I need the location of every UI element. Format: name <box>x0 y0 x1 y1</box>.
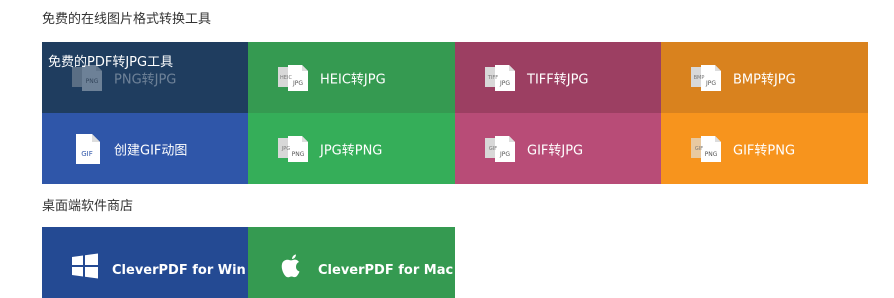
tile-label: 创建GIF动图 <box>114 143 188 158</box>
tile-label: TIFF转JPG <box>527 72 589 87</box>
gif-file-icon: GIF JPG <box>485 135 515 162</box>
gif-file-icon: GIF <box>76 133 100 164</box>
tile-gif-to-png[interactable]: GIF PNG GIF转PNG <box>661 113 868 184</box>
bmp-file-icon: BMP JPG <box>691 64 721 91</box>
svg-text:JPG: JPG <box>499 80 510 87</box>
file-badge: GIF <box>489 146 497 152</box>
desktop-store-grid: CleverPDF for Win CleverPDF for Mac <box>42 227 455 298</box>
tile-label: CleverPDF for Mac <box>318 263 454 278</box>
file-badge: GIF <box>81 150 93 158</box>
tile-gif-to-jpg[interactable]: GIF JPG GIF转JPG <box>455 113 661 184</box>
tile-label: PNG转JPG <box>114 72 177 87</box>
converter-grid: 免费的PDF转JPG工具 PNG PNG转JPG HEIC JPG HEIC转J… <box>42 42 868 184</box>
windows-logo-icon <box>72 253 98 279</box>
svg-text:JPG: JPG <box>499 151 510 158</box>
tile-label: GIF转JPG <box>527 143 584 158</box>
tile-label: CleverPDF for Win <box>112 263 246 278</box>
tile-overlay-title: 免费的PDF转JPG工具 <box>48 55 174 70</box>
apple-logo-icon <box>281 254 300 278</box>
file-badge: GIF <box>695 146 703 152</box>
svg-text:PNG: PNG <box>705 151 718 158</box>
jpg-file-icon: JPG PNG <box>278 135 308 162</box>
tile-jpg-to-png[interactable]: JPG PNG JPG转PNG <box>248 113 455 184</box>
file-badge: HEIC <box>280 75 292 81</box>
file-badge: JPG <box>281 146 290 152</box>
tiff-file-icon: TIFF JPG <box>485 64 515 91</box>
tile-cleverpdf-win[interactable]: CleverPDF for Win <box>42 227 248 298</box>
tile-create-gif[interactable]: GIF 创建GIF动图 <box>42 113 248 184</box>
tile-label: JPG转PNG <box>320 143 383 158</box>
tile-heic-to-jpg[interactable]: HEIC JPG HEIC转JPG <box>248 42 455 113</box>
file-badge: BMP <box>694 75 705 81</box>
gif-file-icon: GIF PNG <box>691 135 721 162</box>
tile-label: BMP转JPG <box>733 72 796 87</box>
tile-label: HEIC转JPG <box>320 72 386 87</box>
file-badge: TIFF <box>487 75 498 81</box>
svg-text:JPG: JPG <box>705 80 716 87</box>
file-badge: PNG <box>86 78 99 85</box>
section-title-converters: 免费的在线图片格式转换工具 <box>42 12 212 27</box>
svg-text:JPG: JPG <box>292 80 303 87</box>
tile-png-to-jpg[interactable]: 免费的PDF转JPG工具 PNG PNG转JPG <box>42 42 248 113</box>
heic-file-icon: HEIC JPG <box>278 64 308 91</box>
tile-cleverpdf-mac[interactable]: CleverPDF for Mac <box>248 227 455 298</box>
svg-text:PNG: PNG <box>292 151 305 158</box>
tile-bmp-to-jpg[interactable]: BMP JPG BMP转JPG <box>661 42 868 113</box>
section-title-desktop: 桌面端软件商店 <box>42 199 134 214</box>
tile-tiff-to-jpg[interactable]: TIFF JPG TIFF转JPG <box>455 42 661 113</box>
tile-label: GIF转PNG <box>733 143 796 158</box>
